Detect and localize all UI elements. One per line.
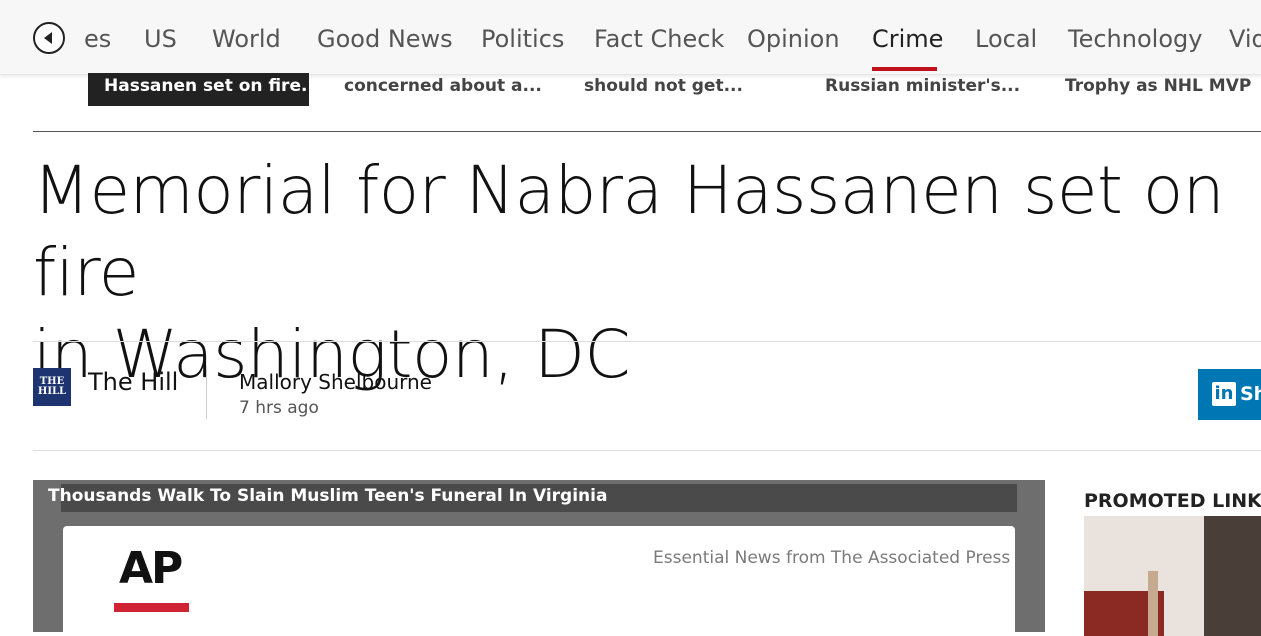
nav-item-good-news[interactable]: Good News xyxy=(317,22,453,56)
article-headline: Memorial for Nabra Hassanen set on fire … xyxy=(33,150,1233,396)
video-title: Thousands Walk To Slain Muslim Teen's Fu… xyxy=(48,486,608,506)
linkedin-share-button[interactable]: in Sh xyxy=(1198,369,1261,420)
promo-image-post xyxy=(1148,571,1158,636)
ticker-item[interactable]: Trophy as NHL MVP xyxy=(1065,76,1251,96)
nav-item-video[interactable]: Vid xyxy=(1229,22,1261,56)
divider xyxy=(33,341,1261,342)
ap-logo-bar xyxy=(114,603,189,612)
source-name[interactable]: The Hill xyxy=(88,368,178,396)
ticker-item[interactable]: should not get... xyxy=(584,76,743,96)
divider xyxy=(33,131,1261,132)
nav-item-us[interactable]: US xyxy=(144,22,177,56)
divider xyxy=(33,450,1261,451)
ticker-item-label: Hassanen set on fire... xyxy=(104,76,321,96)
source-logo[interactable]: THE HILL xyxy=(33,368,71,406)
ticker-item-active[interactable]: Hassanen set on fire... xyxy=(88,73,320,106)
video-card: AP Essential News from The Associated Pr… xyxy=(63,526,1015,632)
top-navigation: es US World Good News Politics Fact Chec… xyxy=(0,0,1261,75)
video-tagline: Essential News from The Associated Press xyxy=(653,548,1011,568)
author-name: Mallory Shelbourne xyxy=(239,370,432,394)
nav-item-fact-check[interactable]: Fact Check xyxy=(594,22,724,56)
source-logo-bottom: HILL xyxy=(37,386,67,397)
ap-logo: AP xyxy=(119,543,183,594)
linkedin-icon: in xyxy=(1212,382,1236,406)
active-tab-indicator xyxy=(872,67,937,71)
ticker-item[interactable]: Russian minister's... xyxy=(825,76,1020,96)
promoted-link-image[interactable] xyxy=(1084,516,1261,636)
share-label: Sh xyxy=(1240,383,1261,405)
nav-item-local[interactable]: Local xyxy=(975,22,1037,56)
nav-item-politics[interactable]: Politics xyxy=(481,22,564,56)
promoted-links-heading: PROMOTED LINKS xyxy=(1084,490,1261,512)
nav-item-technology[interactable]: Technology xyxy=(1068,22,1202,56)
published-time: 7 hrs ago xyxy=(239,398,319,418)
headline-line-1: Memorial for Nabra Hassanen set on fire xyxy=(33,152,1225,311)
nav-item-opinion[interactable]: Opinion xyxy=(747,22,840,56)
divider xyxy=(206,366,207,419)
ticker-item[interactable]: concerned about a... xyxy=(344,76,542,96)
promo-image-shadow xyxy=(1204,516,1261,636)
nav-item-world[interactable]: World xyxy=(212,22,281,56)
nav-item-crime[interactable]: Crime xyxy=(872,22,943,56)
video-player[interactable]: Thousands Walk To Slain Muslim Teen's Fu… xyxy=(33,480,1045,632)
back-arrow-icon[interactable] xyxy=(33,22,65,54)
nav-item-es[interactable]: es xyxy=(84,22,111,56)
